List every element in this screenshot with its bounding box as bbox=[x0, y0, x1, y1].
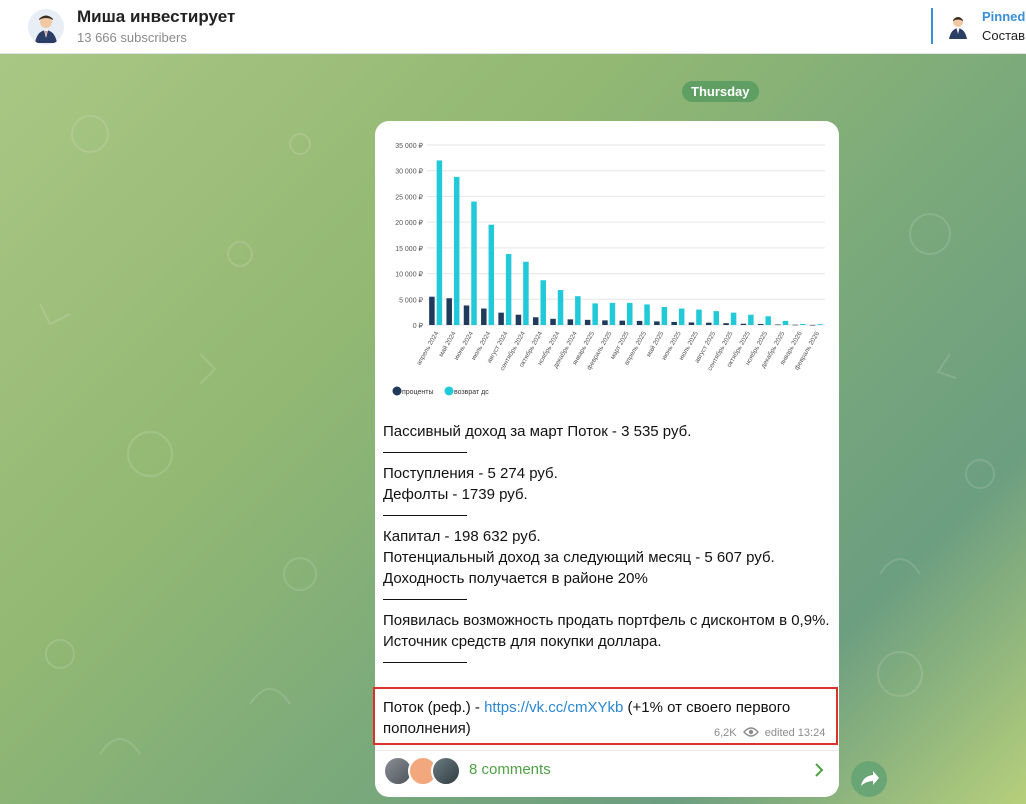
comments-link[interactable]: 8 comments bbox=[469, 761, 551, 778]
y-tick-label: 10 000 ₽ bbox=[395, 271, 423, 279]
bar-interest bbox=[792, 324, 799, 326]
y-tick-label: 15 000 ₽ bbox=[395, 245, 423, 253]
channel-title[interactable]: Миша инвестирует bbox=[77, 7, 235, 27]
bar-return bbox=[678, 308, 685, 325]
bar-return bbox=[523, 261, 529, 325]
bar-interest bbox=[654, 321, 660, 325]
avatar-icon bbox=[35, 15, 57, 43]
bar-return bbox=[471, 201, 477, 325]
subscriber-count: 13 666 subscribers bbox=[77, 30, 187, 45]
bar-return bbox=[782, 320, 789, 325]
bar-interest bbox=[619, 320, 625, 325]
pinned-indicator bbox=[931, 8, 933, 44]
text-line: Появилась возможность продать портфель с… bbox=[383, 612, 830, 629]
bar-interest bbox=[636, 320, 643, 325]
comments-divider bbox=[375, 750, 839, 751]
bar-return bbox=[540, 280, 546, 325]
separator bbox=[383, 652, 833, 673]
bar-interest bbox=[740, 323, 747, 325]
bar-return bbox=[817, 324, 823, 325]
pinned-title[interactable]: Pinned bbox=[982, 9, 1025, 24]
bar-return bbox=[730, 312, 737, 325]
bar-interest bbox=[757, 323, 764, 325]
bar-return bbox=[592, 303, 598, 325]
text-line: Пассивный доход за март Поток - 3 535 ру… bbox=[383, 423, 692, 440]
text-line: Поступления - 5 274 руб. bbox=[383, 465, 558, 482]
bar-return bbox=[696, 309, 702, 325]
pinned-preview[interactable]: Составила bbox=[982, 28, 1026, 43]
y-tick-label: 0 ₽ bbox=[413, 322, 424, 330]
bar-interest bbox=[809, 324, 816, 326]
bar-return bbox=[661, 307, 668, 325]
bar-interest bbox=[775, 324, 781, 326]
text-line: Дефолты - 1739 руб. bbox=[383, 486, 528, 503]
chevron-right-icon[interactable] bbox=[809, 760, 829, 780]
share-icon bbox=[861, 771, 879, 786]
bar-return bbox=[557, 290, 564, 325]
y-tick-label: 20 000 ₽ bbox=[395, 219, 423, 227]
bar-interest bbox=[515, 314, 522, 325]
view-count: 6,2K bbox=[714, 727, 737, 739]
legend-marker bbox=[392, 386, 402, 396]
comments-row[interactable]: 8 comments bbox=[375, 750, 839, 790]
y-tick-label: 35 000 ₽ bbox=[395, 142, 423, 150]
referral-prefix: Поток (реф.) - bbox=[383, 699, 485, 716]
share-button[interactable] bbox=[851, 761, 887, 797]
bar-chart[interactable]: 35 000 ₽ 30 000 ₽ 25 000 ₽ 20 000 ₽ 15 000 ₽… bbox=[375, 121, 839, 411]
text-line: Источник средств для покупки доллара. bbox=[383, 633, 662, 650]
edited-time: edited 13:24 bbox=[764, 727, 826, 739]
bar-interest bbox=[602, 320, 608, 325]
bar-return bbox=[627, 302, 633, 325]
bar-return bbox=[505, 254, 512, 325]
bar-return bbox=[453, 176, 460, 325]
legend-label: проценты bbox=[402, 389, 434, 396]
commenter-avatar bbox=[431, 756, 461, 786]
text-line: Капитал - 198 632 руб. bbox=[383, 528, 541, 545]
bar-interest bbox=[481, 308, 487, 325]
bar-return bbox=[575, 296, 581, 325]
legend-marker bbox=[444, 386, 454, 396]
bar-return bbox=[436, 160, 443, 325]
channel-header: Миша инвестирует 13 666 subscribers Pinn… bbox=[0, 0, 1026, 54]
message-text: Пассивный доход за март Поток - 3 535 ру… bbox=[383, 421, 833, 673]
legend-label: возврат дс bbox=[454, 389, 489, 396]
bar-return bbox=[609, 302, 616, 325]
bar-return bbox=[644, 304, 650, 325]
bar-return bbox=[488, 224, 495, 325]
bar-interest bbox=[567, 319, 574, 325]
separator bbox=[383, 589, 833, 610]
referral-link[interactable]: https://vk.cc/cmXYkb bbox=[484, 699, 623, 716]
bar-interest bbox=[532, 317, 539, 325]
separator bbox=[383, 505, 833, 526]
bar-interest bbox=[671, 321, 677, 325]
message-meta: 6,2K edited 13:24 bbox=[714, 727, 825, 739]
bar-interest bbox=[550, 318, 556, 325]
channel-avatar[interactable] bbox=[28, 9, 64, 45]
y-tick-label: 30 000 ₽ bbox=[395, 168, 423, 176]
separator bbox=[383, 442, 833, 463]
bar-interest bbox=[446, 298, 452, 325]
y-tick-label: 25 000 ₽ bbox=[395, 193, 423, 201]
bar-interest bbox=[429, 296, 435, 325]
text-line: Потенциальный доход за следующий месяц -… bbox=[383, 549, 775, 566]
bar-return bbox=[713, 311, 720, 325]
bar-interest bbox=[463, 305, 470, 325]
text-line: Доходность получается в районе 20% bbox=[383, 570, 648, 587]
bar-interest bbox=[723, 323, 729, 325]
date-separator: Thursday bbox=[682, 81, 759, 102]
eye-icon bbox=[742, 727, 759, 737]
bar-interest bbox=[498, 312, 504, 325]
bar-return bbox=[748, 314, 754, 325]
chat-background: Thursday 35 000 ₽ 30 000 ₽ 25 000 ₽ 20 000 … bbox=[0, 54, 1026, 804]
bar-return bbox=[800, 323, 806, 325]
bar-return bbox=[765, 316, 771, 325]
y-tick-label: 5 000 ₽ bbox=[399, 296, 423, 304]
bar-interest bbox=[688, 322, 695, 325]
bar-interest bbox=[584, 319, 591, 325]
bar-interest bbox=[706, 322, 712, 325]
pinned-avatar-icon bbox=[949, 17, 967, 39]
